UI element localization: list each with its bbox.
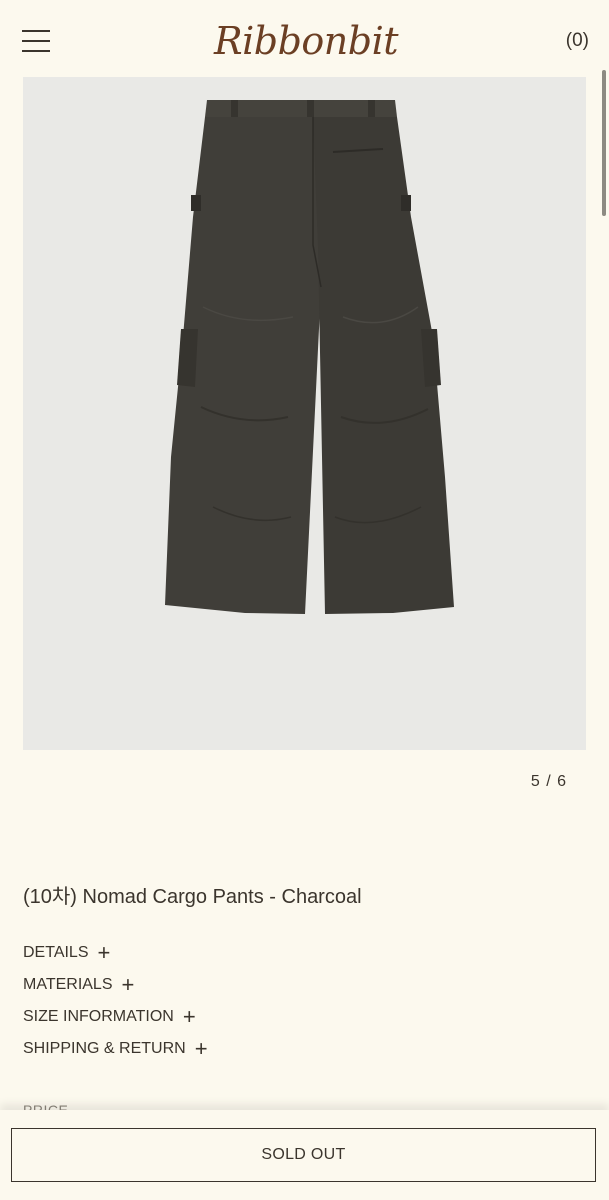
brand-logo[interactable]: Ribbonbit xyxy=(214,8,399,74)
product-title: (10차) Nomad Cargo Pants - Charcoal xyxy=(23,886,362,908)
accordion-size-information-label: SIZE INFORMATION xyxy=(23,1008,174,1025)
plus-icon: + xyxy=(194,1036,208,1061)
accordion-size-information[interactable]: SIZE INFORMATION + xyxy=(23,1001,208,1033)
product-info-accordion: DETAILS + MATERIALS + SIZE INFORMATION +… xyxy=(23,937,208,1065)
product-image[interactable] xyxy=(23,77,586,750)
plus-icon: + xyxy=(182,1004,196,1029)
gallery-counter: 5 / 6 xyxy=(530,773,567,790)
cart-button[interactable]: (0) xyxy=(566,30,589,52)
plus-icon: + xyxy=(97,940,111,965)
plus-icon: + xyxy=(121,972,135,997)
accordion-materials-label: MATERIALS xyxy=(23,976,113,993)
bottom-action-bar: SOLD OUT xyxy=(0,1110,609,1200)
accordion-shipping-return-label: SHIPPING & RETURN xyxy=(23,1040,186,1057)
hamburger-menu-icon[interactable] xyxy=(22,28,50,54)
pants-illustration xyxy=(165,100,454,614)
accordion-shipping-return[interactable]: SHIPPING & RETURN + xyxy=(23,1033,208,1065)
accordion-details[interactable]: DETAILS + xyxy=(23,937,208,969)
brand-logo-text: Ribbonbit xyxy=(214,19,399,63)
accordion-materials[interactable]: MATERIALS + xyxy=(23,969,208,1001)
page-scrollbar[interactable] xyxy=(602,70,606,216)
sold-out-button[interactable]: SOLD OUT xyxy=(11,1128,596,1182)
accordion-details-label: DETAILS xyxy=(23,944,89,961)
site-header: Ribbonbit (0) xyxy=(0,0,609,80)
